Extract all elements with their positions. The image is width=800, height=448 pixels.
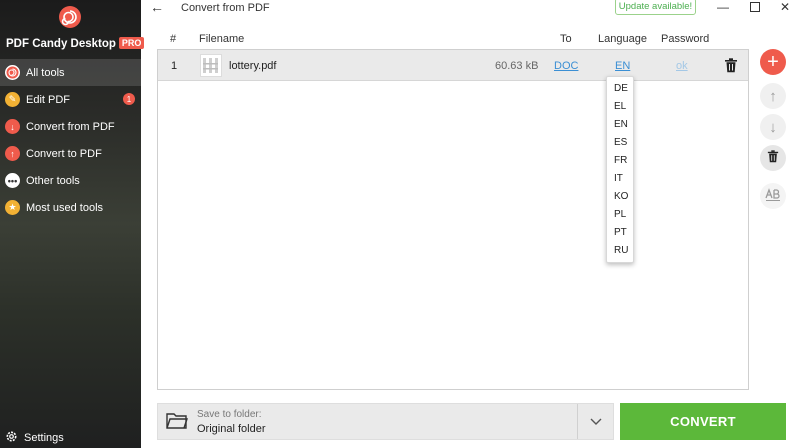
table-row[interactable]: 1 lottery.pdf 60.63 kB DOC EN ok xyxy=(158,50,748,81)
arrow-up-icon: ↑ xyxy=(769,87,777,105)
close-icon[interactable]: ✕ xyxy=(775,0,795,14)
ocr-language-button[interactable] xyxy=(760,183,786,209)
language-option[interactable]: EL xyxy=(607,98,633,116)
file-thumbnail-icon xyxy=(200,54,222,77)
move-up-button[interactable]: ↑ xyxy=(760,83,786,109)
sidebar-item-label: Edit PDF xyxy=(26,93,71,106)
chevron-down-icon[interactable] xyxy=(590,413,602,429)
brand-name: PDF Candy Desktop xyxy=(6,38,116,50)
language-option[interactable]: KO xyxy=(607,188,633,206)
pro-badge: PRO xyxy=(118,37,145,49)
file-table: 1 lottery.pdf 60.63 kB DOC EN ok xyxy=(157,49,749,390)
language-option[interactable]: IT xyxy=(607,170,633,188)
sidebar-item-label: Most used tools xyxy=(26,201,104,214)
sidebar-item-convert-to-pdf[interactable]: ↑ Convert to PDF xyxy=(0,140,141,167)
pdf-candy-logo-icon xyxy=(59,6,81,28)
divider xyxy=(577,404,578,439)
brand: PDF Candy Desktop PRO xyxy=(6,37,145,50)
sidebar-item-other-tools[interactable]: ••• Other tools xyxy=(0,167,141,194)
back-arrow-icon[interactable]: ← xyxy=(150,0,166,14)
settings-label: Settings xyxy=(24,432,64,444)
add-file-button[interactable]: + xyxy=(760,49,786,75)
arrow-down-icon: ↓ xyxy=(769,118,777,136)
ab-text-icon xyxy=(765,187,781,205)
language-link[interactable]: EN xyxy=(615,60,630,72)
sidebar-item-all-tools[interactable]: All tools xyxy=(0,59,141,86)
sidebar-nav: All tools ✎ Edit PDF 1 ↓ Convert from PD… xyxy=(0,59,141,221)
language-option[interactable]: FR xyxy=(607,152,633,170)
arrow-up-icon: ↑ xyxy=(5,146,20,161)
minimize-icon[interactable]: — xyxy=(713,0,733,14)
column-header-num: # xyxy=(170,33,177,45)
save-to-folder-selector[interactable]: Save to folder: Original folder xyxy=(157,403,614,440)
dots-icon: ••• xyxy=(5,173,20,188)
pencil-icon: ✎ xyxy=(5,92,20,107)
gear-icon xyxy=(5,430,18,446)
language-option[interactable]: PT xyxy=(607,224,633,242)
language-option[interactable]: PL xyxy=(607,206,633,224)
settings-button[interactable]: Settings xyxy=(5,430,64,446)
sidebar-item-edit-pdf[interactable]: ✎ Edit PDF 1 xyxy=(0,86,141,113)
format-link[interactable]: DOC xyxy=(554,60,578,72)
sidebar-item-label: All tools xyxy=(26,66,65,79)
trash-icon xyxy=(767,150,779,166)
language-dropdown: DE EL EN ES FR IT KO PL PT RU xyxy=(606,76,634,263)
sidebar-item-label: Convert from PDF xyxy=(26,120,115,133)
plus-icon: + xyxy=(767,51,779,73)
spiral-icon xyxy=(5,65,20,80)
language-option[interactable]: RU xyxy=(607,242,633,260)
column-header-to: To xyxy=(560,33,572,45)
column-header-password: Password xyxy=(661,33,710,45)
password-link[interactable]: ok xyxy=(676,60,688,72)
remove-all-button[interactable] xyxy=(760,145,786,171)
notification-badge: 1 xyxy=(123,93,135,105)
row-file-size: 60.63 kB xyxy=(495,59,539,72)
trash-icon[interactable] xyxy=(724,58,738,73)
row-number: 1 xyxy=(171,59,178,72)
star-icon: ★ xyxy=(5,200,20,215)
language-option[interactable]: ES xyxy=(607,134,633,152)
sidebar-item-label: Convert to PDF xyxy=(26,147,102,160)
arrow-down-icon: ↓ xyxy=(5,119,20,134)
sidebar-item-label: Other tools xyxy=(26,174,80,187)
save-to-folder-value: Original folder xyxy=(197,423,266,435)
page-title: Convert from PDF xyxy=(181,2,270,14)
language-option[interactable]: EN xyxy=(607,116,633,134)
column-header-filename: Filename xyxy=(199,33,245,45)
sidebar: PDF Candy Desktop PRO All tools ✎ Edit PD… xyxy=(0,0,145,448)
row-filename: lottery.pdf xyxy=(229,59,277,72)
sidebar-item-convert-from-pdf[interactable]: ↓ Convert from PDF xyxy=(0,113,141,140)
folder-icon xyxy=(166,411,188,434)
maximize-icon[interactable] xyxy=(745,0,765,14)
move-down-button[interactable]: ↓ xyxy=(760,114,786,140)
save-to-folder-label: Save to folder: xyxy=(197,409,262,420)
convert-button[interactable]: CONVERT xyxy=(620,403,786,440)
update-available-button[interactable]: Update available! xyxy=(615,0,696,15)
column-header-language: Language xyxy=(598,33,647,45)
sidebar-item-most-used-tools[interactable]: ★ Most used tools xyxy=(0,194,141,221)
language-option[interactable]: DE xyxy=(607,80,633,98)
